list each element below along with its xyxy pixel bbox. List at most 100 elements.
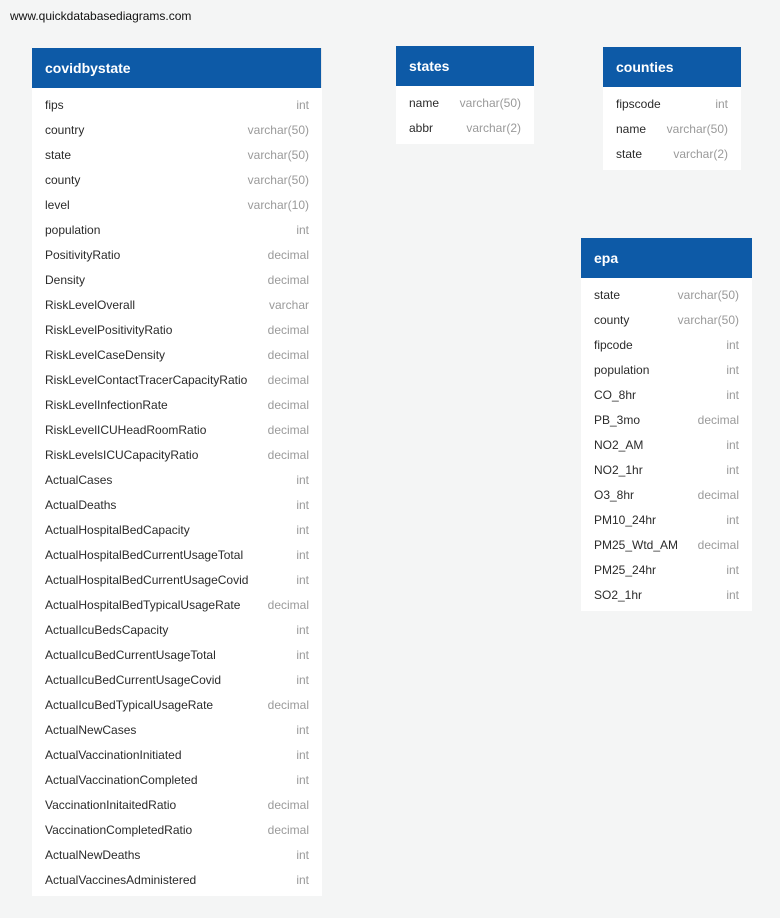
column-list: fipscode int name varchar(50) state varchar(2… <box>603 87 741 170</box>
column-name: county <box>594 312 630 327</box>
column-name: country <box>45 122 85 137</box>
table-row[interactable]: RiskLevelPositivityRatio decimal <box>32 317 322 342</box>
table-row[interactable]: county varchar(50) <box>32 167 322 192</box>
table-row[interactable]: state varchar(50) <box>32 142 322 167</box>
table-row[interactable]: RiskLevelContactTracerCapacityRatio decim… <box>32 367 322 392</box>
table-row[interactable]: RiskLevelInfectionRate decimal <box>32 392 322 417</box>
table-row[interactable]: ActualHospitalBedCapacity int <box>32 517 322 542</box>
column-type: varchar(50) <box>247 147 309 162</box>
column-type: varchar(2) <box>673 146 728 161</box>
table-row[interactable]: population int <box>32 217 322 242</box>
column-name: county <box>45 172 81 187</box>
column-type: decimal <box>697 487 739 502</box>
table-row[interactable]: VaccinationCompletedRatio decimal <box>32 817 322 842</box>
column-type: int <box>296 772 309 787</box>
column-name: population <box>594 362 650 377</box>
table-row[interactable]: ActualIcuBedCurrentUsageTotal int <box>32 642 322 667</box>
table-row[interactable]: RiskLevelICUHeadRoomRatio decimal <box>32 417 322 442</box>
table-row[interactable]: NO2_1hr int <box>581 457 752 482</box>
table-row[interactable]: SO2_1hr int <box>581 582 752 607</box>
column-type: varchar(50) <box>459 95 521 110</box>
table-epa[interactable]: epa state varchar(50) county varchar(50) fip… <box>581 238 752 611</box>
column-name: fips <box>45 97 64 112</box>
column-type: decimal <box>267 272 309 287</box>
column-type: int <box>296 222 309 237</box>
table-row[interactable]: name varchar(50) <box>603 116 741 141</box>
column-name: RiskLevelICUHeadRoomRatio <box>45 422 207 437</box>
column-type: int <box>296 872 309 887</box>
table-row[interactable]: PM25_Wtd_AM decimal <box>581 532 752 557</box>
table-row[interactable]: PositivityRatio decimal <box>32 242 322 267</box>
column-type: decimal <box>267 822 309 837</box>
column-name: PositivityRatio <box>45 247 121 262</box>
table-header[interactable]: counties <box>603 47 741 87</box>
column-list: state varchar(50) county varchar(50) fipcode… <box>581 278 752 611</box>
table-row[interactable]: ActualHospitalBedCurrentUsageTotal int <box>32 542 322 567</box>
column-type: int <box>296 622 309 637</box>
table-row[interactable]: PB_3mo decimal <box>581 407 752 432</box>
table-header[interactable]: states <box>396 46 534 86</box>
column-list: fips int country varchar(50) state varchar(50… <box>32 88 322 896</box>
table-row[interactable]: NO2_AM int <box>581 432 752 457</box>
column-name: ActualIcuBedCurrentUsageTotal <box>45 647 216 662</box>
table-row[interactable]: county varchar(50) <box>581 307 752 332</box>
table-row[interactable]: ActualIcuBedTypicalUsageRate decimal <box>32 692 322 717</box>
table-row[interactable]: ActualIcuBedCurrentUsageCovid int <box>32 667 322 692</box>
table-row[interactable]: level varchar(10) <box>32 192 322 217</box>
table-row[interactable]: ActualHospitalBedTypicalUsageRate decimal <box>32 592 322 617</box>
table-row[interactable]: fipscode int <box>603 91 741 116</box>
table-row[interactable]: O3_8hr decimal <box>581 482 752 507</box>
table-row[interactable]: population int <box>581 357 752 382</box>
column-type: int <box>296 847 309 862</box>
table-row[interactable]: RiskLevelOverall varchar <box>32 292 322 317</box>
table-header[interactable]: epa <box>581 238 752 278</box>
table-row[interactable]: ActualVaccinesAdministered int <box>32 867 322 892</box>
table-row[interactable]: ActualNewDeaths int <box>32 842 322 867</box>
column-name: ActualDeaths <box>45 497 117 512</box>
column-name: RiskLevelsICUCapacityRatio <box>45 447 199 462</box>
table-row[interactable]: ActualHospitalBedCurrentUsageCovid int <box>32 567 322 592</box>
table-row[interactable]: state varchar(2) <box>603 141 741 166</box>
column-type: varchar(50) <box>677 312 739 327</box>
column-list: name varchar(50) abbr varchar(2) <box>396 86 534 144</box>
table-row[interactable]: ActualIcuBedsCapacity int <box>32 617 322 642</box>
table-row[interactable]: ActualDeaths int <box>32 492 322 517</box>
column-type: int <box>296 547 309 562</box>
column-type: decimal <box>267 597 309 612</box>
column-name: SO2_1hr <box>594 587 643 602</box>
column-name: population <box>45 222 101 237</box>
column-name: ActualHospitalBedCapacity <box>45 522 190 537</box>
column-name: VaccinationInitaitedRatio <box>45 797 177 812</box>
table-row[interactable]: RiskLevelsICUCapacityRatio decimal <box>32 442 322 467</box>
table-row[interactable]: PM10_24hr int <box>581 507 752 532</box>
table-row[interactable]: fipcode int <box>581 332 752 357</box>
column-type: varchar(50) <box>247 122 309 137</box>
column-type: int <box>296 672 309 687</box>
column-name: NO2_AM <box>594 437 644 452</box>
column-name: ActualHospitalBedCurrentUsageTotal <box>45 547 244 562</box>
table-row[interactable]: ActualNewCases int <box>32 717 322 742</box>
table-row[interactable]: abbr varchar(2) <box>396 115 534 140</box>
table-row[interactable]: PM25_24hr int <box>581 557 752 582</box>
table-row[interactable]: fips int <box>32 92 322 117</box>
table-row[interactable]: Density decimal <box>32 267 322 292</box>
table-row[interactable]: ActualVaccinationCompleted int <box>32 767 322 792</box>
column-name: name <box>616 121 647 136</box>
table-row[interactable]: RiskLevelCaseDensity decimal <box>32 342 322 367</box>
table-row[interactable]: state varchar(50) <box>581 282 752 307</box>
column-type: varchar(50) <box>247 172 309 187</box>
column-type: decimal <box>267 322 309 337</box>
table-row[interactable]: ActualCases int <box>32 467 322 492</box>
table-row[interactable]: name varchar(50) <box>396 90 534 115</box>
table-states[interactable]: states name varchar(50) abbr varchar(2) <box>396 46 534 144</box>
table-row[interactable]: ActualVaccinationInitiated int <box>32 742 322 767</box>
table-counties[interactable]: counties fipscode int name varchar(50) state… <box>603 47 741 170</box>
table-row[interactable]: VaccinationInitaitedRatio decimal <box>32 792 322 817</box>
table-row[interactable]: CO_8hr int <box>581 382 752 407</box>
table-covidbystate[interactable]: covidbystate fips int country varchar(50) st… <box>32 48 322 896</box>
column-type: decimal <box>267 422 309 437</box>
table-header[interactable]: covidbystate <box>32 48 322 88</box>
column-name: RiskLevelPositivityRatio <box>45 322 173 337</box>
column-type: int <box>726 387 739 402</box>
table-row[interactable]: country varchar(50) <box>32 117 322 142</box>
